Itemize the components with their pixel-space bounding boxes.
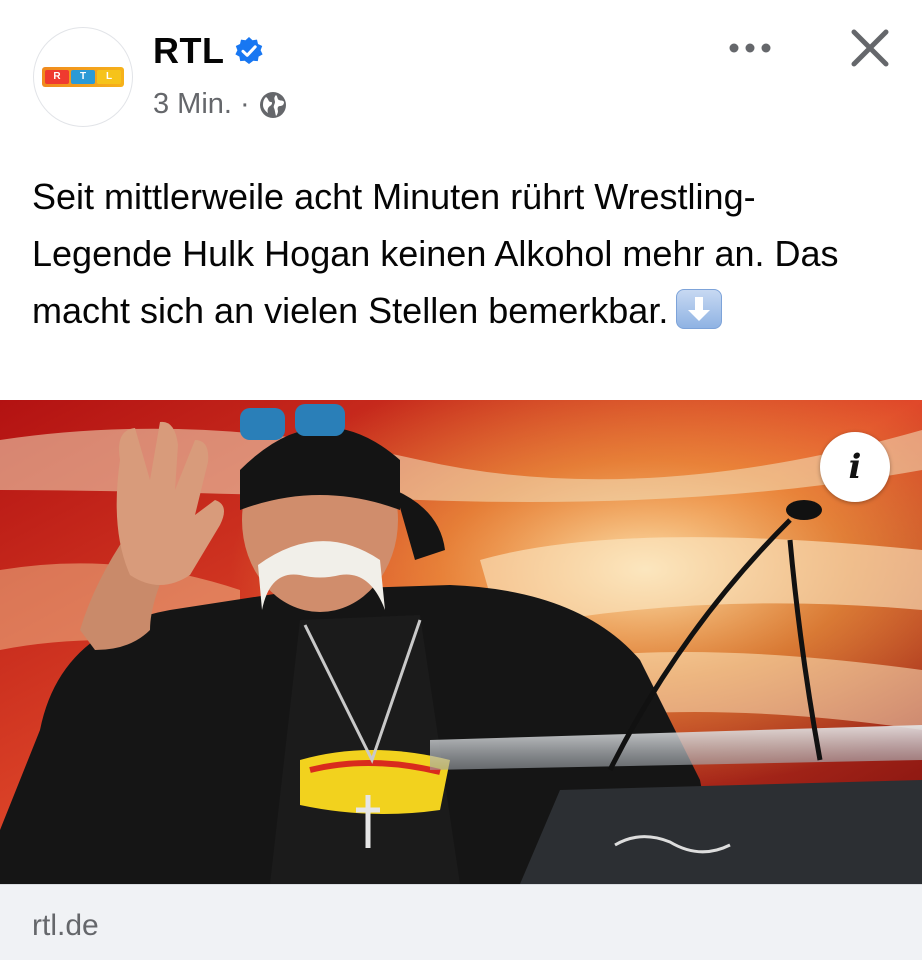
post-header: R T L RTL 3 Min. · (0, 0, 922, 150)
logo-letter-r: R (45, 70, 69, 84)
page-name-row: RTL (153, 30, 264, 72)
post-text: Seit mittlerweile acht Minuten rührt Wre… (32, 168, 892, 339)
rtl-logo: R T L (42, 67, 124, 87)
logo-letter-l: L (97, 70, 121, 84)
post-meta: 3 Min. · (153, 88, 288, 121)
down-arrow-emoji (676, 289, 723, 329)
meta-separator: · (239, 88, 250, 120)
page-avatar[interactable]: R T L (33, 27, 133, 127)
post-image[interactable] (0, 400, 922, 884)
hulk-hogan-photo (0, 400, 922, 884)
link-preview[interactable]: rtl.de (0, 884, 922, 960)
globe-icon (259, 91, 286, 118)
page-name[interactable]: RTL (153, 30, 224, 72)
logo-letter-t: T (71, 70, 95, 84)
close-icon[interactable] (848, 26, 892, 70)
post-timestamp[interactable]: 3 Min. (153, 88, 232, 121)
more-dots-icon[interactable] (725, 38, 775, 58)
info-button[interactable]: i (820, 432, 890, 502)
verified-badge-icon (235, 37, 264, 64)
link-domain: rtl.de (32, 909, 99, 942)
